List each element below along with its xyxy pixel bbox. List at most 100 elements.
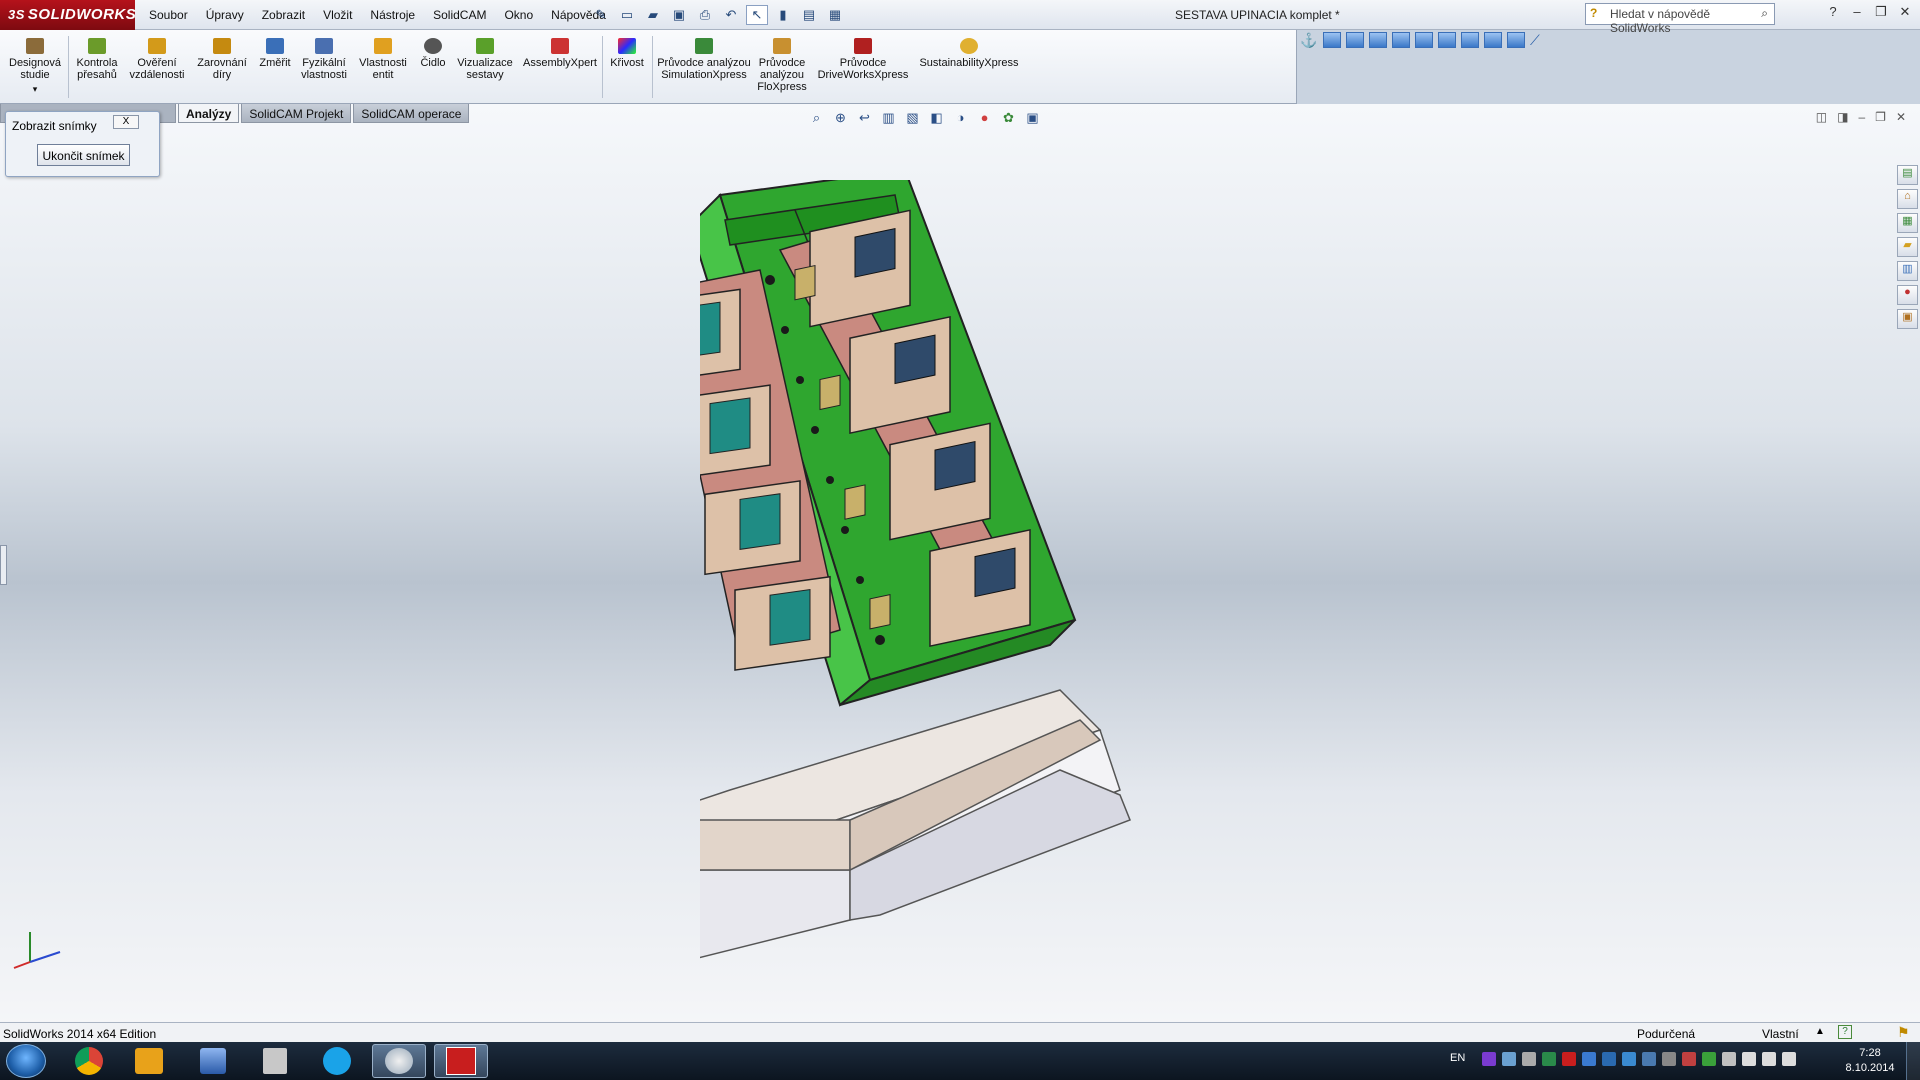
tab-solidcam-projekt[interactable]: SolidCAM Projekt [241,104,352,123]
menu-okno[interactable]: Okno [495,0,542,30]
action-center-icon[interactable] [1702,1052,1716,1066]
save-icon[interactable]: ▣ [668,5,690,25]
pin-icon[interactable]: ✎ [590,5,612,25]
zoom-to-fit-icon[interactable]: ⌕ [808,110,825,126]
viewport-minimize-icon[interactable]: – [1858,110,1865,124]
cmd-mass-properties[interactable]: Fyzikální vlastnosti [298,38,350,81]
section-view-icon[interactable]: ▥ [880,110,897,126]
bluetooth-tray-icon[interactable] [1622,1052,1636,1066]
cmd-hole-alignment[interactable]: Zarovnání díry [192,38,252,81]
menu-solidcam[interactable]: SolidCAM [424,0,495,30]
rebuild-icon[interactable]: ▮ [772,5,794,25]
hide-show-items-icon[interactable]: ◑ [952,110,969,126]
help-status-icon[interactable]: ? [1838,1025,1852,1039]
new-document-icon[interactable]: ▭ [616,5,638,25]
bottom-view-icon[interactable] [1438,32,1456,48]
skype-icon[interactable] [310,1044,364,1078]
cmd-measure[interactable]: Změřit [254,38,296,69]
cmd-driveworksxpress[interactable]: Průvodce DriveWorksXpress [814,38,912,81]
top-view-icon[interactable] [1415,32,1433,48]
menu-vlozit[interactable]: Vložit [314,0,361,30]
cmd-section-properties[interactable]: Vlastnosti entit [354,38,412,81]
folder-icon[interactable]: ▰ [1897,237,1918,257]
back-view-icon[interactable] [1346,32,1364,48]
view-orientation-icon[interactable]: ▧ [904,110,921,126]
cmd-clearance[interactable]: Ověření vzdálenosti [126,38,188,81]
unit-system-arrow-icon[interactable]: ▲ [1815,1026,1825,1037]
end-snapshot-button[interactable]: Ukončit snímek [37,144,130,166]
network-tray-icon[interactable] [1502,1052,1516,1066]
paint-tool-icon[interactable] [248,1044,302,1078]
print-icon[interactable]: ⎙ [694,5,716,25]
solidworks-tray-icon[interactable] [1562,1052,1576,1066]
options-icon[interactable]: ▦ [824,5,846,25]
solidworks-logo[interactable]: 3S SOLIDWORKS [0,0,136,30]
tools-tray-icon[interactable] [1722,1052,1736,1066]
paint-icon[interactable] [372,1044,426,1078]
help-search-input[interactable]: ? Hledat v nápovědě SolidWorks ⌕ [1585,3,1775,35]
undo-icon[interactable]: ↶ [720,5,742,25]
menu-zobrazit[interactable]: Zobrazit [253,0,314,30]
link-views-icon[interactable]: ⟋ [1530,32,1548,48]
volume-icon[interactable] [1782,1052,1796,1066]
menu-upravy[interactable]: Úpravy [197,0,253,30]
display-style-icon[interactable]: ◧ [928,110,945,126]
select-arrow-icon[interactable]: ↖ [746,5,768,25]
file-explorer-icon[interactable]: ▦ [1897,213,1918,233]
trimetric-view-icon[interactable] [1484,32,1502,48]
cmd-floxpress[interactable]: Průvodce analýzou FloXpress [752,38,812,93]
open-folder-icon[interactable]: ▰ [642,5,664,25]
outlook-icon[interactable] [122,1044,176,1078]
close-icon[interactable]: ✕ [1896,4,1914,20]
menu-soubor[interactable]: Soubor [140,0,197,30]
display-tray-icon[interactable] [1762,1052,1776,1066]
tab-analyzy[interactable]: Analýzy [178,104,240,123]
show-desktop-button[interactable] [1906,1042,1920,1080]
file-properties-icon[interactable]: ▤ [798,5,820,25]
rebuild-status-icon[interactable]: ⚑ [1897,1024,1910,1041]
appearances-icon[interactable]: ● [1897,285,1918,305]
close-icon[interactable]: X [113,115,139,129]
tab-solidcam-operace[interactable]: SolidCAM operace [353,104,470,123]
remote-desktop-icon[interactable] [186,1044,240,1078]
cmd-design-study[interactable]: Designová studie ▾ [4,38,66,95]
flag-tray-icon[interactable] [1742,1052,1756,1066]
viewport-restore-icon[interactable]: ❐ [1875,110,1886,124]
unit-system[interactable]: Vlastní [1762,1027,1799,1041]
cmd-interference[interactable]: Kontrola přesahů [70,38,124,81]
restore-icon[interactable]: ❐ [1872,4,1890,20]
printer-tray-icon[interactable] [1522,1052,1536,1066]
zoom-area-icon[interactable]: ⊕ [832,110,849,126]
dimetric-view-icon[interactable] [1507,32,1525,48]
viewport-close-icon[interactable]: ✕ [1896,110,1906,124]
feature-manager-toggle[interactable] [0,545,7,585]
update-tray-icon[interactable] [1662,1052,1676,1066]
view-settings-icon[interactable]: ▣ [1024,110,1041,126]
skype-tray-icon[interactable] [1642,1052,1656,1066]
language-indicator[interactable]: EN [1450,1052,1465,1064]
solidworks-resources-icon[interactable]: ▤ [1897,165,1918,185]
normal-to-icon[interactable]: ⚓ [1300,32,1318,48]
help-icon[interactable]: ? [1824,4,1842,20]
antivirus-tray-icon[interactable] [1682,1052,1696,1066]
onenote-tray-icon[interactable] [1482,1052,1496,1066]
isometric-view-icon[interactable] [1461,32,1479,48]
previous-view-icon[interactable]: ↩ [856,110,873,126]
design-library-icon[interactable]: ⌂ [1897,189,1918,209]
cmd-assemblyxpert[interactable]: AssemblyXpert [518,38,602,69]
fixture-assembly-model[interactable] [700,180,1380,980]
apply-scene-icon[interactable]: ✿ [1000,110,1017,126]
menu-nastroje[interactable]: Nástroje [361,0,424,30]
split-horizontal-icon[interactable]: ◫ [1816,110,1827,124]
sync-tray-icon[interactable] [1602,1052,1616,1066]
right-view-icon[interactable] [1392,32,1410,48]
cmd-simulationxpress[interactable]: Průvodce analýzou SimulationXpress [656,38,752,81]
view-palette-icon[interactable]: ▥ [1897,261,1918,281]
minimize-icon[interactable]: – [1848,4,1866,20]
taskbar-clock[interactable]: 7:28 8.10.2014 [1844,1046,1896,1076]
left-view-icon[interactable] [1369,32,1387,48]
custom-properties-icon[interactable]: ▣ [1897,309,1918,329]
cmd-sensor[interactable]: Čidlo [414,38,452,69]
chrome-icon[interactable] [62,1044,116,1078]
security-tray-icon[interactable] [1542,1052,1556,1066]
